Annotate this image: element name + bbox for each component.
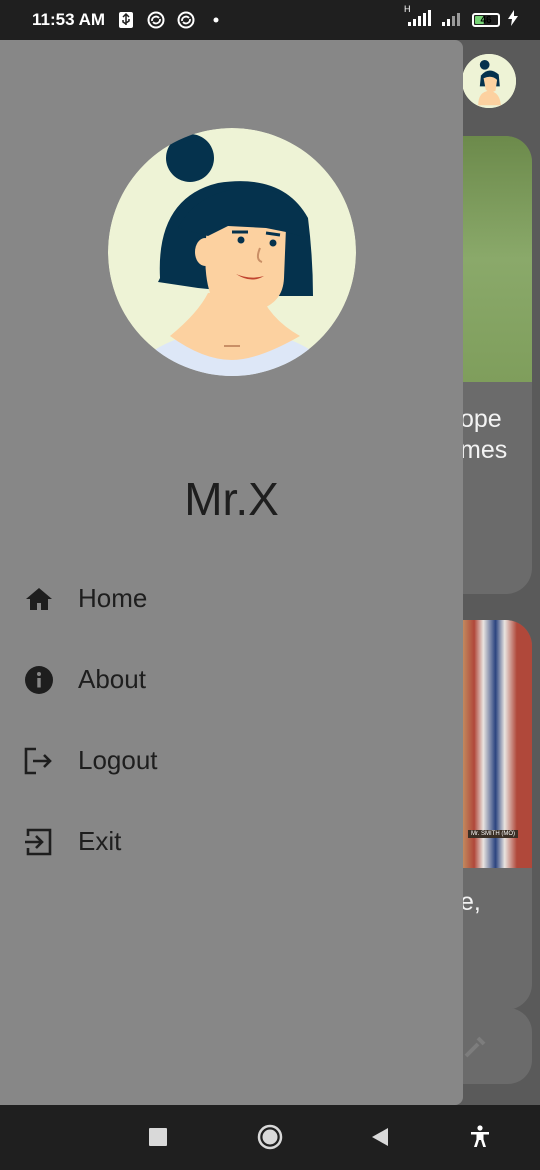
user-avatar: [108, 128, 356, 376]
logout-icon: [24, 746, 54, 776]
circle-icon: [257, 1124, 283, 1150]
profile-avatar-icon[interactable]: [462, 54, 516, 108]
menu-item-label: Exit: [78, 826, 122, 856]
user-name: Mr.X: [184, 473, 279, 525]
menu-item-home[interactable]: Home: [0, 558, 463, 639]
menu-item-label: Home: [78, 583, 148, 613]
battery-icon: 46: [472, 13, 500, 27]
square-icon: [149, 1128, 167, 1146]
home-button[interactable]: [254, 1121, 286, 1153]
system-nav-bar: [0, 1105, 540, 1170]
menu-item-label: About: [78, 664, 146, 694]
status-time: 11:53 AM: [32, 10, 106, 29]
signal-icon: H: [404, 4, 434, 31]
menu-item-label: Logout: [78, 745, 158, 775]
battery-level: 46: [480, 14, 492, 26]
navigation-drawer: Mr.X Home About Logout Exit: [0, 40, 463, 1105]
info-icon: [24, 665, 54, 695]
charging-icon: [508, 9, 518, 31]
menu-item-exit[interactable]: Exit: [0, 801, 463, 882]
home-icon: [24, 584, 54, 614]
sync-icon: [177, 11, 195, 29]
signal-icon: [442, 10, 464, 31]
exit-icon: [24, 827, 54, 857]
accessibility-icon: [471, 1125, 489, 1147]
menu-item-about[interactable]: About: [0, 639, 463, 720]
tool-icon: [464, 1036, 486, 1058]
back-triangle-icon: [372, 1128, 388, 1146]
sync-icon: [147, 11, 165, 29]
drawer-menu: Home About Logout Exit: [0, 558, 463, 882]
dot-icon: [207, 11, 225, 29]
recents-button[interactable]: [142, 1121, 174, 1153]
status-bar: 11:53 AM H 46: [0, 0, 540, 40]
accessibility-button[interactable]: [464, 1121, 496, 1153]
back-button[interactable]: [364, 1121, 396, 1153]
menu-item-logout[interactable]: Logout: [0, 720, 463, 801]
usb-icon: [117, 11, 135, 29]
